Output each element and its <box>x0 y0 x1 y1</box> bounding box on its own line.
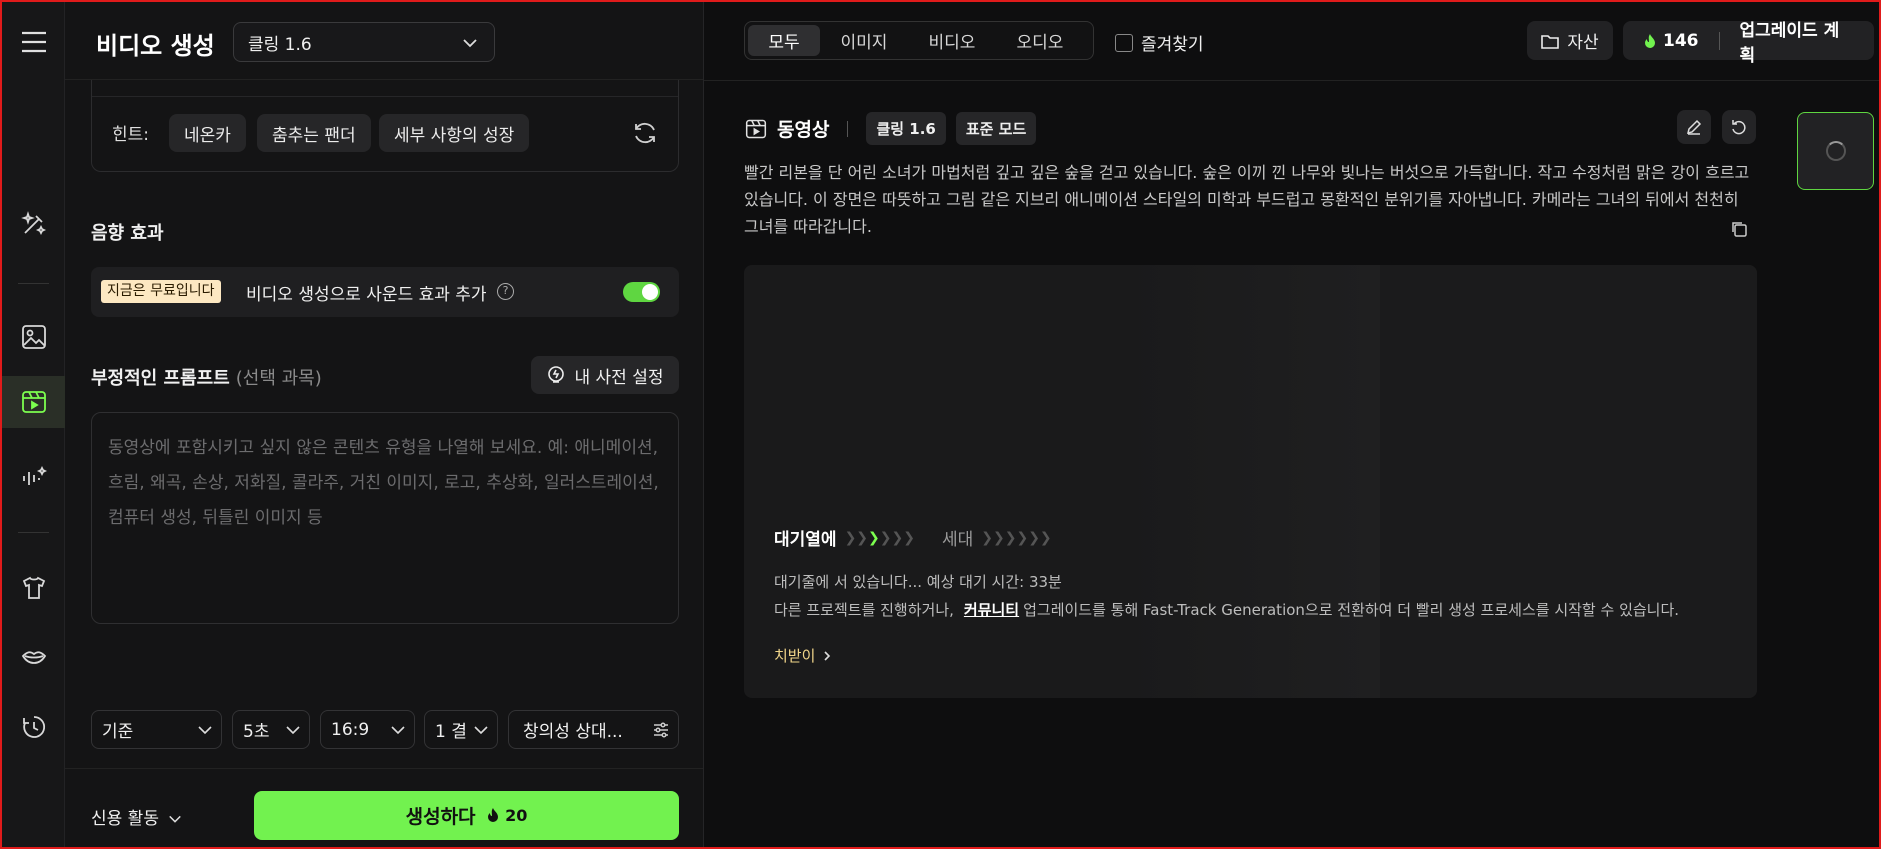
free-badge: 지금은 무료입니다 <box>101 280 221 303</box>
upgrade-label: 업그레이드 계획 <box>1739 20 1840 66</box>
chevron-down-icon <box>390 722 406 738</box>
queue-info-post: 업그레이드를 통해 Fast-Track Generation으로 전환하여 더… <box>1023 601 1680 619</box>
assets-button[interactable]: 자산 <box>1527 21 1613 60</box>
generation-thumbnail[interactable] <box>1797 112 1874 190</box>
prompt-description: 빨간 리본을 단 어린 소녀가 마법처럼 깊고 깊은 숲을 걷고 있습니다. 숲… <box>744 163 1750 236</box>
optional-label: (선택 과목) <box>235 368 322 389</box>
generation-progress-arrows: ❯ ❯ ❯ ❯ ❯ ❯ <box>981 529 1051 546</box>
video-icon[interactable] <box>2 376 65 428</box>
magic-wand-icon[interactable] <box>2 198 65 250</box>
queue-stage-label: 대기열에 <box>774 530 837 550</box>
model-select-value: 클링 1.6 <box>248 34 312 55</box>
checkbox[interactable] <box>1115 33 1133 52</box>
mode-tag: 표준 모드 <box>955 112 1037 145</box>
hint-box: 힌트: 네온카 춤추는 팬더 세부 사항의 성장 <box>91 78 679 172</box>
generate-cost-value: 20 <box>505 806 528 825</box>
queue-status-text: 대기줄에 서 있습니다... 예상 대기 시간: 33분 <box>774 573 1062 591</box>
creativity-value: 창의성 상대... <box>523 722 623 742</box>
tip-link[interactable]: 치받이 <box>774 645 833 666</box>
filter-tab-all[interactable]: 모두 <box>748 25 820 56</box>
undo-icon[interactable] <box>1722 110 1756 144</box>
my-preset-label: 내 사전 설정 <box>574 367 664 388</box>
shirt-icon[interactable] <box>2 562 65 614</box>
queue-info-pre: 다른 프로젝트를 진행하거나, <box>774 601 954 619</box>
ratio-select[interactable]: 16:9 <box>320 710 415 749</box>
refresh-icon[interactable] <box>632 120 660 148</box>
mode-value: 기준 <box>102 722 134 742</box>
credits-upgrade-button[interactable]: 146 업그레이드 계획 <box>1623 21 1874 66</box>
model-tag: 클링 1.6 <box>866 112 946 145</box>
audio-icon[interactable] <box>2 452 65 504</box>
image-icon[interactable] <box>2 311 65 363</box>
assets-label: 자산 <box>1567 33 1599 53</box>
flame-icon <box>487 808 498 822</box>
chevron-down-icon <box>285 722 301 738</box>
loading-spinner <box>1826 141 1846 161</box>
ratio-value: 16:9 <box>331 719 370 740</box>
creativity-select[interactable]: 창의성 상대... <box>508 710 679 749</box>
chevron-down-icon <box>169 815 182 823</box>
duration-select[interactable]: 5초 <box>232 710 310 749</box>
chevron-down-icon <box>462 35 478 51</box>
side-rail <box>2 2 65 847</box>
help-icon[interactable]: ? <box>497 283 514 300</box>
progress-stages: 대기열에 ❯ ❯ ❯ ❯ ❯ ❯ 세대 ❯ ❯ ❯ ❯ ❯ ❯ <box>774 525 1052 551</box>
duration-value: 5초 <box>243 722 270 742</box>
credits-count: 146 <box>1663 30 1699 51</box>
chevron-down-icon <box>473 722 489 738</box>
generate-button[interactable]: 생성하다 20 <box>254 791 679 840</box>
folder-icon <box>1541 33 1560 49</box>
queue-progress-arrows: ❯ ❯ ❯ ❯ ❯ ❯ <box>844 529 915 546</box>
hint-label: 힌트: <box>112 125 150 145</box>
count-value: 1 결 <box>435 722 467 742</box>
chevron-right-icon <box>824 650 831 661</box>
filter-tabs: 모두 이미지 비디오 오디오 <box>744 21 1094 60</box>
credit-activity-menu[interactable]: 신용 활동 <box>91 804 182 829</box>
flame-icon <box>1643 33 1657 49</box>
count-select[interactable]: 1 결 <box>424 710 498 749</box>
negative-prompt-input[interactable]: 동영상에 포함시키고 싶지 않은 콘텐츠 유형을 나열해 보세요. 예: 애니메… <box>91 412 679 624</box>
sound-section-title: 음향 효과 <box>91 223 164 244</box>
hint-chip-detail-growth[interactable]: 세부 사항의 성장 <box>379 114 530 152</box>
menu-icon[interactable] <box>2 16 65 68</box>
history-icon[interactable] <box>2 701 65 753</box>
sliders-icon <box>652 721 670 739</box>
generate-cost: 20 <box>486 806 528 825</box>
generation-stage-label: 세대 <box>941 530 974 550</box>
tip-label: 치받이 <box>774 647 816 665</box>
card-title: 동영상 <box>777 119 830 141</box>
left-header: 비디오 생성 클링 1.6 <box>65 2 703 80</box>
filter-tab-image[interactable]: 이미지 <box>820 25 908 56</box>
hint-chip-neon-car[interactable]: 네온카 <box>169 114 246 152</box>
film-icon <box>745 118 767 140</box>
negative-prompt-title: 부정적인 프롬프트 (선택 과목) <box>91 364 322 390</box>
my-preset-button[interactable]: 내 사전 설정 <box>531 356 679 394</box>
filter-tab-audio[interactable]: 오디오 <box>996 25 1084 56</box>
filter-tab-video[interactable]: 비디오 <box>908 25 996 56</box>
bulb-icon <box>546 365 566 385</box>
model-select[interactable]: 클링 1.6 <box>233 22 495 62</box>
credit-activity-label: 신용 활동 <box>91 809 159 829</box>
generation-status-panel: 대기열에 ❯ ❯ ❯ ❯ ❯ ❯ 세대 ❯ ❯ ❯ ❯ ❯ ❯ 대기줄에 서 있습니다... 예상 … <box>744 265 1757 698</box>
mode-select[interactable]: 기준 <box>91 710 222 749</box>
page-title: 비디오 생성 <box>96 32 215 60</box>
sound-effect-toggle[interactable] <box>623 282 660 302</box>
sound-effect-row: 지금은 무료입니다 비디오 생성으로 사운드 효과 추가 ? <box>91 267 679 317</box>
generate-label: 생성하다 <box>405 806 476 828</box>
card-header: 동영상 클링 1.6 표준 모드 <box>745 112 1037 145</box>
favorites-checkbox[interactable]: 즐겨찾기 <box>1115 30 1204 55</box>
copy-icon[interactable] <box>1730 220 1748 238</box>
lips-icon[interactable] <box>2 631 65 683</box>
community-link[interactable]: 커뮤니티 <box>964 601 1019 619</box>
hint-chip-dancing-panda[interactable]: 춤추는 팬더 <box>257 114 371 152</box>
negative-prompt-label: 부정적인 프롬프트 <box>91 368 230 389</box>
sound-effect-label: 비디오 생성으로 사운드 효과 추가 <box>246 285 487 305</box>
favorites-label: 즐겨찾기 <box>1141 35 1204 55</box>
chevron-down-icon <box>197 722 213 738</box>
queue-info-text: 다른 프로젝트를 진행하거나, 커뮤니티 업그레이드를 통해 Fast-Track … <box>774 599 1679 620</box>
edit-icon[interactable] <box>1677 110 1711 144</box>
